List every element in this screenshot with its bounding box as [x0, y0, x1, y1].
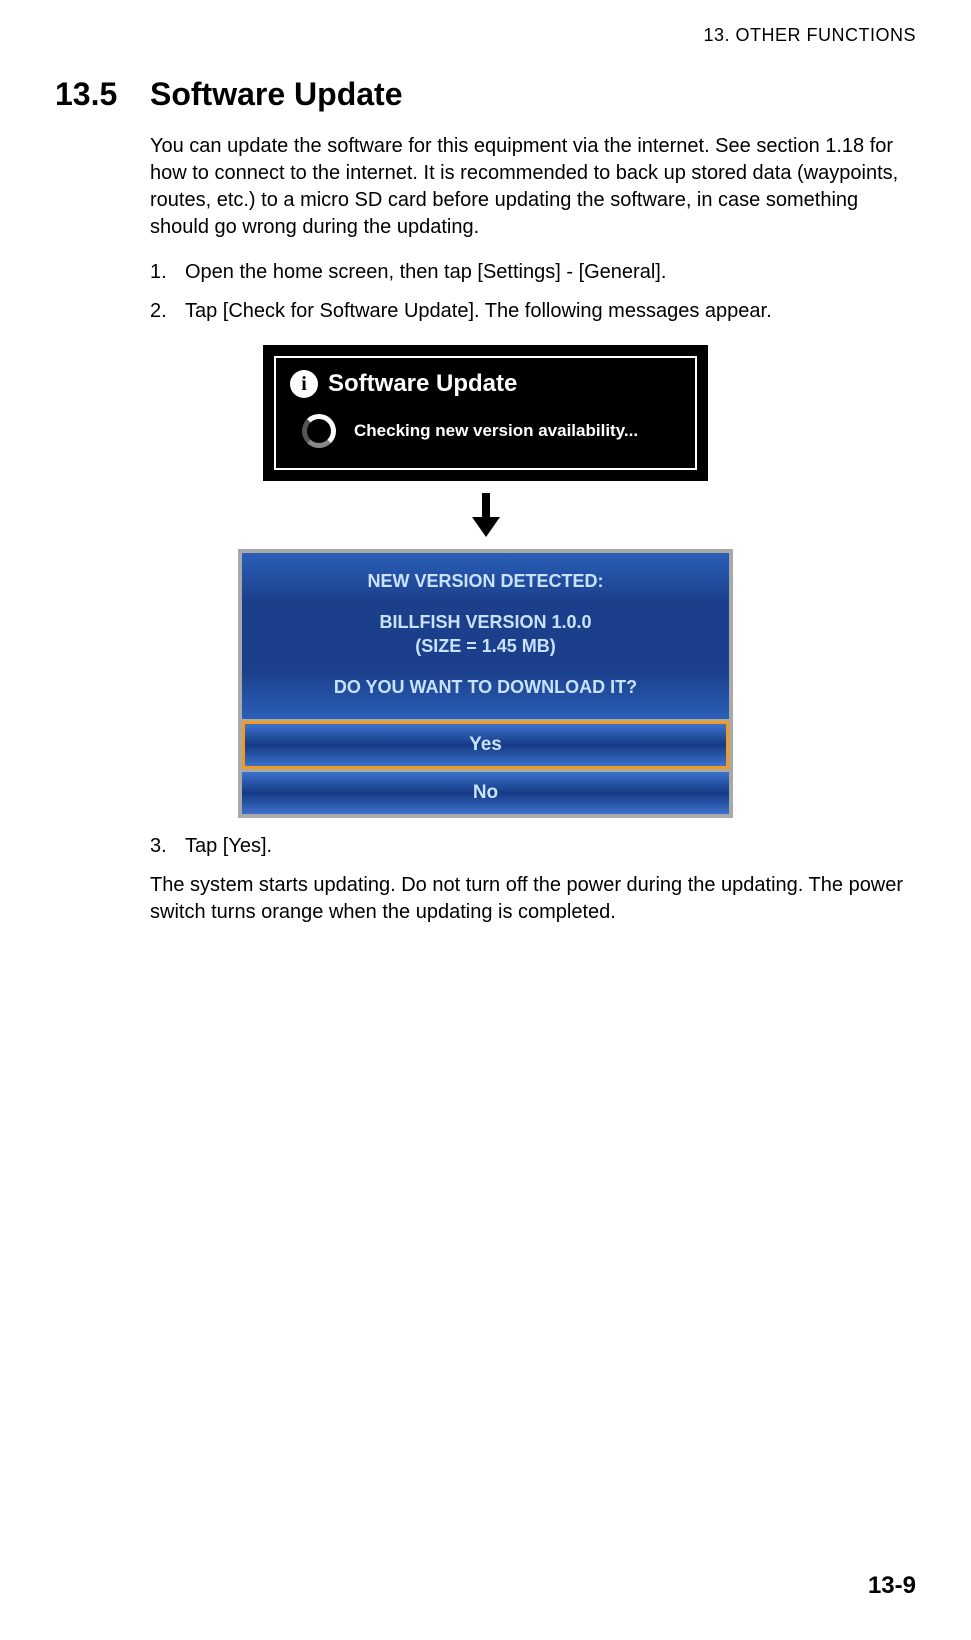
section-number: 13.5: [55, 76, 150, 113]
spinner-icon: [302, 414, 336, 448]
intro-paragraph: You can update the software for this equ…: [150, 133, 916, 241]
dialog-message: NEW VERSION DETECTED: BILLFISH VERSION 1…: [242, 553, 729, 719]
step-number: 3.: [150, 833, 185, 860]
info-icon: i: [290, 370, 318, 398]
arrow-down-icon: [472, 493, 500, 537]
no-button[interactable]: No: [242, 772, 729, 814]
yes-button[interactable]: Yes: [242, 721, 729, 769]
step-item: 1. Open the home screen, then tap [Setti…: [150, 259, 916, 286]
dialog-status-text: Checking new version availability...: [354, 421, 638, 441]
step-text: Tap [Check for Software Update]. The fol…: [185, 298, 916, 325]
dialog-title: Software Update: [328, 370, 517, 398]
page-number: 13-9: [868, 1572, 916, 1600]
step-text: Tap [Yes].: [185, 833, 916, 860]
dialog-line: BILLFISH VERSION 1.0.0: [252, 612, 719, 633]
step-list: 3. Tap [Yes].: [150, 833, 916, 860]
figure-area: i Software Update Checking new version a…: [55, 345, 916, 818]
download-confirm-dialog: NEW VERSION DETECTED: BILLFISH VERSION 1…: [238, 549, 733, 818]
section-heading: 13.5 Software Update: [55, 76, 916, 113]
step-item: 2. Tap [Check for Software Update]. The …: [150, 298, 916, 325]
dialog-line: NEW VERSION DETECTED:: [252, 571, 719, 592]
software-update-checking-dialog: i Software Update Checking new version a…: [263, 345, 708, 481]
step-number: 2.: [150, 298, 185, 325]
step-number: 1.: [150, 259, 185, 286]
step-list: 1. Open the home screen, then tap [Setti…: [150, 259, 916, 325]
step-item: 3. Tap [Yes].: [150, 833, 916, 860]
section-title: Software Update: [150, 76, 402, 113]
dialog-line: DO YOU WANT TO DOWNLOAD IT?: [252, 677, 719, 698]
chapter-header: 13. OTHER FUNCTIONS: [55, 25, 916, 46]
dialog-line: (SIZE = 1.45 MB): [252, 636, 719, 657]
step-text: Open the home screen, then tap [Settings…: [185, 259, 916, 286]
outro-paragraph: The system starts updating. Do not turn …: [150, 872, 916, 926]
